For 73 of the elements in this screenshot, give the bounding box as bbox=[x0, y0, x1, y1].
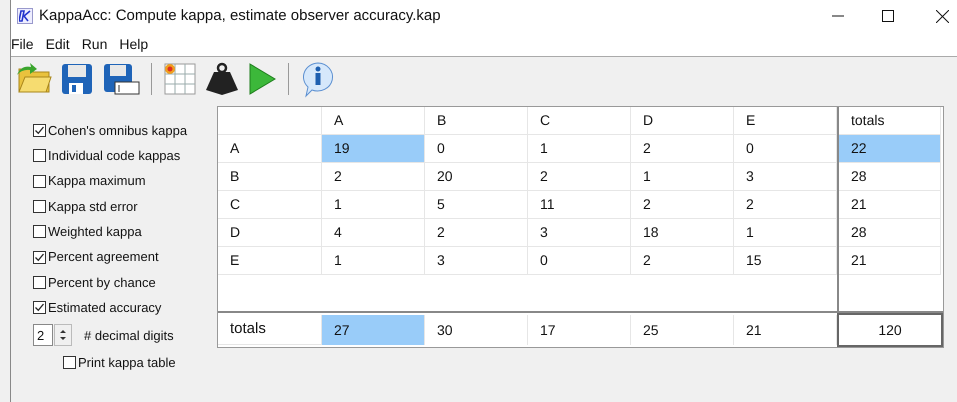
table-cell[interactable]: 3 bbox=[528, 219, 631, 247]
option-label: Cohen's omnibus kappa bbox=[48, 122, 188, 140]
table-cell[interactable]: 0 bbox=[528, 247, 631, 275]
row-total[interactable]: 21 bbox=[839, 247, 941, 275]
option-label: Estimated accuracy bbox=[48, 298, 162, 317]
checkbox[interactable] bbox=[33, 174, 46, 188]
weight-icon[interactable] bbox=[204, 60, 240, 96]
option-label: Individual code kappas bbox=[48, 147, 180, 166]
row-header: B bbox=[218, 163, 322, 191]
row-header: D bbox=[218, 219, 322, 247]
column-header: E bbox=[734, 107, 837, 135]
close-icon[interactable] bbox=[936, 10, 949, 22]
option-label: Percent agreement bbox=[48, 248, 159, 266]
row-header: totals bbox=[218, 315, 322, 345]
grid-icon[interactable] bbox=[162, 60, 198, 96]
menu-item[interactable]: File bbox=[11, 34, 34, 54]
table-cell[interactable]: 2 bbox=[631, 135, 734, 163]
menu-item[interactable]: Edit bbox=[46, 34, 70, 54]
column-header: A bbox=[322, 107, 425, 135]
table-cell[interactable]: 18 bbox=[631, 219, 734, 247]
column-header: D bbox=[631, 107, 734, 135]
table-cell[interactable]: 15 bbox=[734, 247, 837, 275]
option-label: Weighted kappa bbox=[48, 223, 142, 242]
table-cell[interactable]: 0 bbox=[425, 135, 528, 163]
option-label: Kappa std error bbox=[48, 198, 138, 216]
table-cell[interactable]: 1 bbox=[322, 247, 425, 275]
digits-label: # decimal digits bbox=[84, 326, 174, 345]
row-total[interactable]: 21 bbox=[839, 191, 941, 219]
table-cell[interactable]: 1 bbox=[322, 191, 425, 219]
menu-item[interactable]: Help bbox=[119, 34, 148, 54]
checkbox[interactable] bbox=[63, 356, 76, 369]
column-header: C bbox=[528, 107, 631, 135]
table-cell[interactable]: 2 bbox=[734, 191, 837, 219]
app-logo-icon bbox=[17, 8, 33, 24]
table-cell[interactable]: 4 bbox=[322, 219, 425, 247]
checkbox[interactable] bbox=[33, 124, 46, 138]
checkbox[interactable] bbox=[33, 225, 46, 238]
column-total[interactable]: 27 bbox=[322, 315, 425, 345]
table-cell[interactable]: 2 bbox=[631, 191, 734, 219]
table-cell[interactable]: 1 bbox=[631, 163, 734, 191]
table-cell[interactable]: 20 bbox=[425, 163, 528, 191]
table-cell[interactable]: 3 bbox=[425, 247, 528, 275]
checkbox[interactable] bbox=[33, 276, 46, 289]
checkbox[interactable] bbox=[33, 200, 46, 214]
option-label: Print kappa table bbox=[78, 354, 176, 372]
maximize-icon[interactable] bbox=[882, 10, 894, 22]
table-cell[interactable]: 2 bbox=[528, 163, 631, 191]
column-header: B bbox=[425, 107, 528, 135]
table-cell[interactable]: 19 bbox=[322, 135, 425, 163]
grand-total: 120 bbox=[837, 313, 943, 347]
table-cell[interactable]: 2 bbox=[631, 247, 734, 275]
table-cell[interactable]: 5 bbox=[425, 191, 528, 219]
table-cell[interactable]: 1 bbox=[734, 219, 837, 247]
checkbox[interactable] bbox=[33, 301, 46, 314]
checkbox[interactable] bbox=[33, 250, 46, 264]
row-header: C bbox=[218, 191, 322, 219]
table-cell[interactable]: 0 bbox=[734, 135, 837, 163]
table-cell[interactable]: 1 bbox=[528, 135, 631, 163]
row-total[interactable]: 28 bbox=[839, 219, 941, 247]
row-total[interactable]: 22 bbox=[839, 135, 941, 163]
row-header: E bbox=[218, 247, 322, 275]
option-label: Percent by chance bbox=[48, 274, 156, 292]
table-cell[interactable]: 2 bbox=[425, 219, 528, 247]
window-title: KappaAcc: Compute kappa, estimate observer accuracy.kap bbox=[39, 6, 441, 26]
row-header: A bbox=[218, 135, 322, 163]
table-cell[interactable]: 11 bbox=[528, 191, 631, 219]
checkbox[interactable] bbox=[33, 149, 46, 162]
option-label: Kappa maximum bbox=[48, 172, 146, 190]
row-total[interactable]: 28 bbox=[839, 163, 941, 191]
table-cell[interactable]: 3 bbox=[734, 163, 837, 191]
menu-item[interactable]: Run bbox=[82, 34, 108, 54]
table-cell[interactable]: 2 bbox=[322, 163, 425, 191]
column-header: totals bbox=[839, 107, 941, 135]
